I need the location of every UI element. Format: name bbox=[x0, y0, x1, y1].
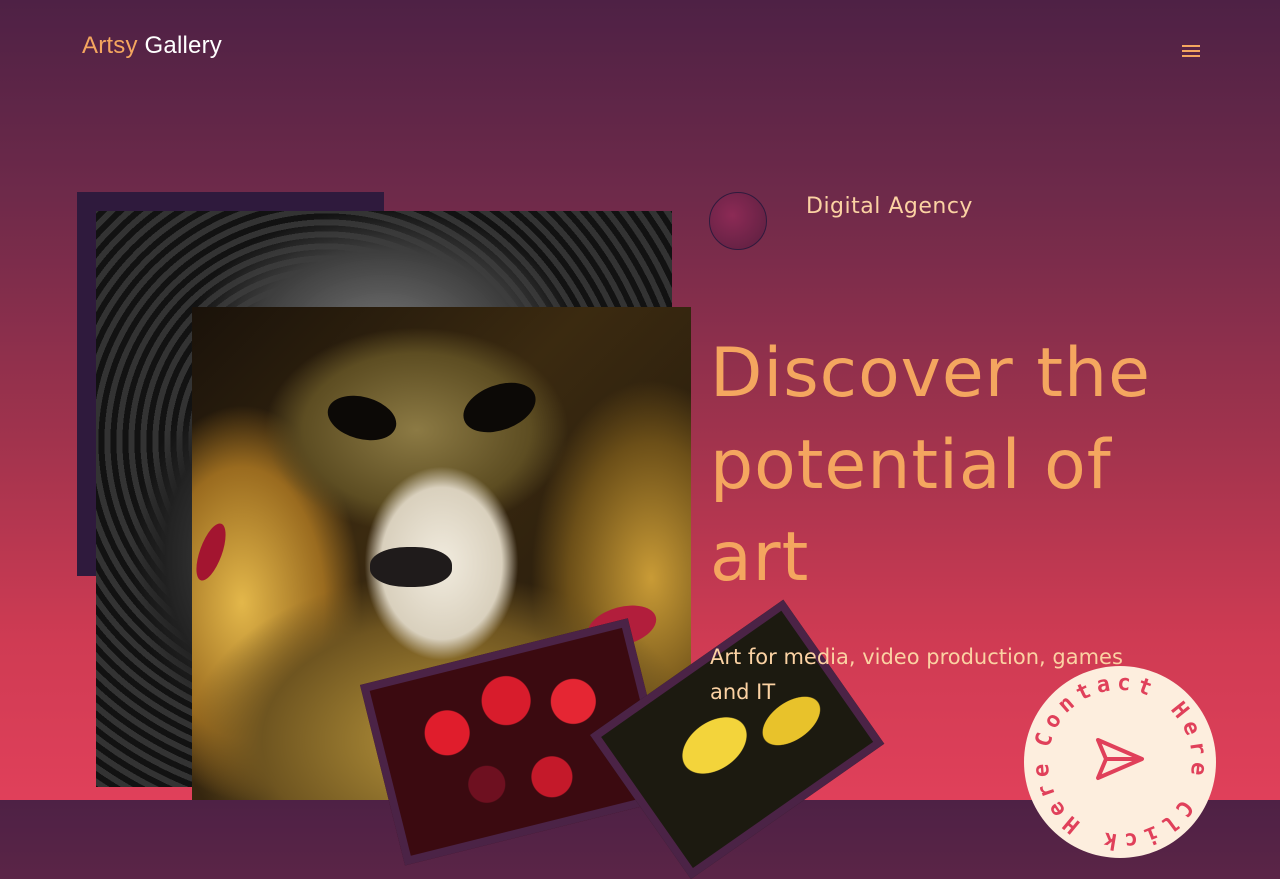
contact-here-button[interactable]: Contact Here Click Here Contact bbox=[1024, 666, 1216, 858]
site-logo[interactable]: Artsy Gallery bbox=[82, 32, 222, 60]
agency-tag: Digital Agency bbox=[806, 194, 973, 219]
hamburger-icon bbox=[1180, 45, 1202, 57]
hamburger-menu-button[interactable] bbox=[1180, 42, 1202, 62]
headline-line-2: potential of bbox=[710, 426, 1112, 505]
headline-line-1: Discover the bbox=[710, 334, 1151, 413]
logo-text-artsy: Artsy bbox=[82, 32, 138, 59]
hero-headline: Discover the potential of art bbox=[710, 328, 1250, 604]
send-icon bbox=[1096, 738, 1144, 780]
headline-line-3: art bbox=[710, 518, 810, 597]
logo-text-gallery: Gallery bbox=[144, 32, 222, 59]
agency-badge-circle bbox=[709, 192, 767, 250]
